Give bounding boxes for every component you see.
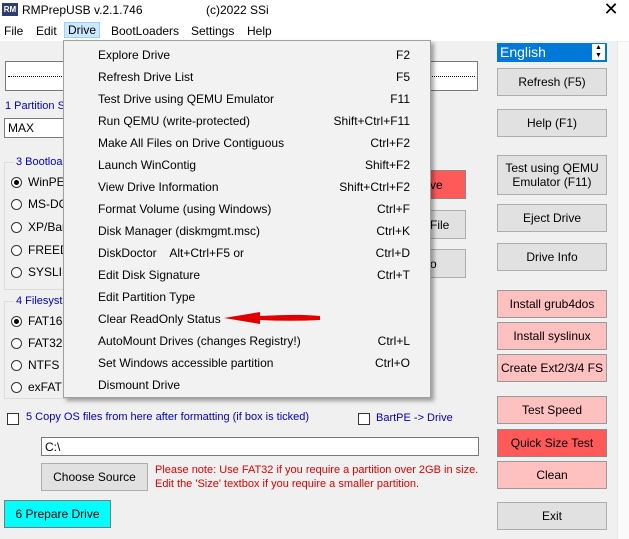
radio-fat32[interactable] [11,338,22,349]
create-ext-button[interactable]: Create Ext2/3/4 FS [497,354,607,382]
partition-size-label: 1 Partition Si [5,100,68,112]
menu-refresh-drive-list[interactable]: Refresh Drive List F5 [64,65,430,87]
filesystem-group-label: 4 Filesyst [14,295,65,307]
partition-size-input[interactable]: MAX [4,118,64,138]
radio-ntfs-label: NTFS [28,358,60,372]
radio-exfat-label: exFAT [28,380,62,394]
radio-msdos[interactable] [11,199,22,210]
menu-set-windows-partition[interactable]: Set Windows accessible partition Ctrl+O [64,351,430,373]
partial-file-button[interactable]: File [428,210,466,239]
radio-fat32-label: FAT32 [28,336,63,350]
menu-drive[interactable]: Drive [64,22,101,38]
menu-disk-doctor[interactable]: DiskDoctor Alt+Ctrl+F5 or Ctrl+D [64,241,430,263]
language-select[interactable]: English ▲ ▼ [497,43,607,62]
help-button[interactable]: Help (F1) [497,109,607,137]
note-text: Please note: Use FAT32 if you require a … [155,463,478,491]
menu-run-qemu[interactable]: Run QEMU (write-protected) Shift+Ctrl+F11 [64,109,430,131]
radio-syslinux[interactable] [11,267,22,278]
spin-arrows-icon[interactable]: ▲ ▼ [592,44,605,60]
radio-ntfs[interactable] [11,360,22,371]
test-speed-button[interactable]: Test Speed [497,396,607,424]
menu-file[interactable]: File [1,23,26,39]
test-qemu-button[interactable]: Test using QEMU Emulator (F11) [497,155,607,195]
radio-fat16[interactable] [11,316,22,327]
prepare-drive-button[interactable]: 6 Prepare Drive [4,500,111,528]
eject-drive-button[interactable]: Eject Drive [497,204,607,232]
language-selected: English [500,44,546,60]
note-line-2: Edit the 'Size' textbox if you require a… [155,478,420,490]
scrollbar[interactable] [617,42,629,539]
annotation-arrow-icon [224,312,320,324]
radio-fat16-label: FAT16 [28,314,63,328]
partial-button[interactable]: o [428,249,466,278]
menu-view-drive-info[interactable]: View Drive Information Shift+Ctrl+F2 [64,175,430,197]
install-syslinux-button[interactable]: Install syslinux [497,322,607,350]
menu-edit-disk-signature[interactable]: Edit Disk Signature Ctrl+T [64,263,430,285]
menu-make-contiguous[interactable]: Make All Files on Drive Contiguous Ctrl+F… [64,131,430,153]
menu-disk-manager[interactable]: Disk Manager (diskmgmt.msc) Ctrl+K [64,219,430,241]
app-icon: RM [2,3,18,16]
exit-button[interactable]: Exit [497,502,607,530]
menu-explore-drive[interactable]: Explore Drive F2 [64,43,430,65]
drive-list-box[interactable] [5,61,65,91]
menu-test-qemu[interactable]: Test Drive using QEMU Emulator F11 [64,87,430,109]
menu-dismount-drive[interactable]: Dismount Drive [64,373,430,395]
window-copyright: (c)2022 SSi [206,3,269,17]
copy-os-checkbox[interactable] [7,413,19,425]
window-title: RMPrepUSB v.2.1.746 [22,3,143,17]
refresh-button[interactable]: Refresh (F5) [497,68,607,96]
clean-button[interactable]: Clean [497,461,607,489]
bartpe-label: BartPE -> Drive [376,412,453,424]
menu-help[interactable]: Help [244,23,275,39]
close-icon[interactable]: ✕ [597,0,625,19]
radio-winpe[interactable] [11,177,22,188]
menu-format-volume[interactable]: Format Volume (using Windows) Ctrl+F [64,197,430,219]
menu-settings[interactable]: Settings [188,23,237,39]
radio-freedos[interactable] [11,245,22,256]
install-grub4dos-button[interactable]: Install grub4dos [497,290,607,318]
radio-xpbart[interactable] [11,222,22,233]
menu-launch-wincontig[interactable]: Launch WinContig Shift+F2 [64,153,430,175]
radio-exfat[interactable] [11,382,22,393]
source-path-input[interactable]: C:\ [41,437,479,456]
drive-menu-dropdown: Explore Drive F2 Refresh Drive List F5 Tes… [63,40,431,398]
quick-size-test-button[interactable]: Quick Size Test [497,429,607,457]
menu-edit[interactable]: Edit [33,23,60,39]
drive-list-box-right[interactable] [430,61,478,91]
copy-os-label: 5 Copy OS files from here after formatti… [26,411,310,423]
note-line-1: Please note: Use FAT32 if you require a … [155,464,479,476]
menu-bootloaders[interactable]: BootLoaders [108,23,182,39]
bartpe-checkbox[interactable] [358,413,370,425]
bootloader-group-label: 3 Bootloa [14,156,65,168]
partial-red-button[interactable]: ve [428,170,466,199]
choose-source-button[interactable]: Choose Source [41,463,148,491]
drive-info-button[interactable]: Drive Info [497,243,607,271]
menu-edit-partition-type[interactable]: Edit Partition Type [64,285,430,307]
menu-automount-drives[interactable]: AutoMount Drives (changes Registry!) Ctrl… [64,329,430,351]
